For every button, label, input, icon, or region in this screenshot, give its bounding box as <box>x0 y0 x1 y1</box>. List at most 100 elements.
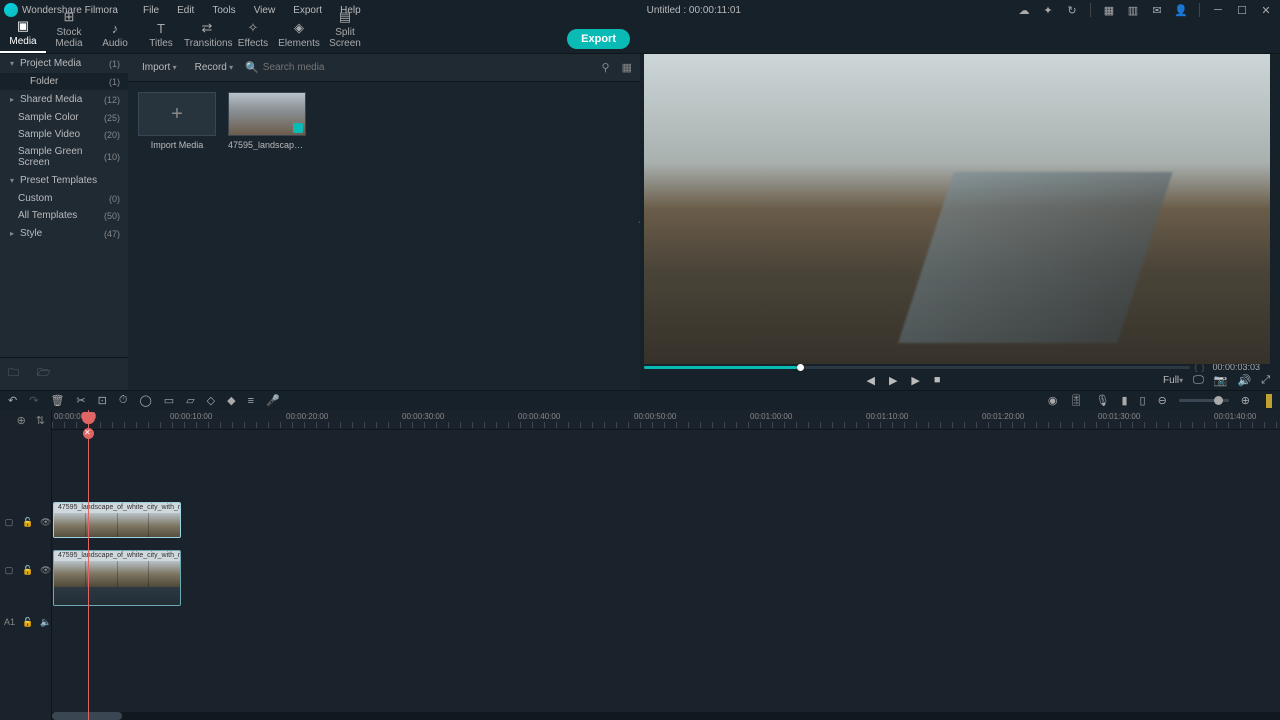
sidebar-item-sample-green-screen[interactable]: Sample Green Screen(10) <box>0 143 128 171</box>
crop-button[interactable]: ⊡ <box>98 394 107 407</box>
clip-v1[interactable]: 47595_landscape_of_white_city_with_river… <box>53 550 181 606</box>
timeline-toolbar: ↶ ↷ 🗑 ✂ ⊡ ⏱ ◯ ▭ ▱ ◇ ◆ ≡ 🎤 ◉ 🎚 🎙 ▮ ▯ ⊖ ⊕ <box>0 390 1280 410</box>
grid-icon[interactable]: ▥ <box>1127 4 1139 16</box>
effects-icon: ✧ <box>230 20 276 36</box>
lock-v2[interactable]: 🔓 <box>22 517 32 528</box>
gutter-v1: ▢ 🔓 👁 <box>0 550 51 590</box>
green-screen-button[interactable]: ▭ <box>164 394 174 407</box>
stop-button[interactable]: ■ <box>934 374 941 387</box>
playhead[interactable]: ✕ <box>88 410 89 720</box>
refresh-icon[interactable]: ↻ <box>1066 4 1078 16</box>
marker-list-icon[interactable]: ▮ <box>1121 394 1127 407</box>
zoom-in-icon[interactable]: ⊕ <box>1241 394 1250 407</box>
eye-v1[interactable]: 👁 <box>40 565 50 576</box>
sidebar-item-folder[interactable]: Folder(1) <box>0 73 128 90</box>
record-tl-icon[interactable]: ◉ <box>1048 394 1058 407</box>
mask-button[interactable]: ▱ <box>186 394 194 407</box>
cloud-icon[interactable]: ☁ <box>1018 4 1030 16</box>
account-icon[interactable]: 👤 <box>1175 4 1187 16</box>
tab-effects[interactable]: ✧Effects <box>230 20 276 53</box>
sidebar-item-sample-video[interactable]: Sample Video(20) <box>0 126 128 143</box>
sidebar-item-all-templates[interactable]: All Templates(50) <box>0 207 128 224</box>
filter-icon[interactable]: ⚲ <box>602 61 610 74</box>
mail-icon[interactable]: ✉ <box>1151 4 1163 16</box>
quality-dropdown[interactable]: Full <box>1163 375 1183 386</box>
menu-view[interactable]: View <box>245 5 285 16</box>
new-bin-icon[interactable]: 🗀 <box>8 364 19 383</box>
volume-icon[interactable]: 🔊 <box>1237 374 1251 387</box>
tab-transitions[interactable]: ⇄Transitions <box>184 20 230 53</box>
plus-icon[interactable]: + <box>138 92 216 136</box>
track-manager-icon[interactable]: ▯ <box>1140 394 1146 407</box>
split-button[interactable]: ✂ <box>76 394 85 407</box>
next-frame-button[interactable]: ▶ <box>911 374 919 387</box>
track-options-icon[interactable]: ⇅ <box>36 414 45 427</box>
sidebar-item-custom[interactable]: Custom(0) <box>0 190 128 207</box>
lock-a1[interactable]: 🔓 <box>22 617 32 628</box>
track-add-icon[interactable]: ⊕ <box>17 414 26 427</box>
minimize-button[interactable]: ─ <box>1212 4 1224 16</box>
mute-v2[interactable]: ▢ <box>4 517 14 528</box>
sidebar-item-preset-templates[interactable]: ▾Preset Templates <box>0 171 128 190</box>
new-folder-icon[interactable]: 🗁 <box>37 364 51 383</box>
tab-audio[interactable]: ♪Audio <box>92 21 138 53</box>
sidebar-item-shared-media[interactable]: ▸Shared Media(12) <box>0 90 128 109</box>
clip-thumbnail[interactable] <box>228 92 306 136</box>
sidebar-item-project-media[interactable]: ▾Project Media(1) <box>0 54 128 73</box>
record-dropdown[interactable]: Record <box>189 60 240 75</box>
close-button[interactable]: ✕ <box>1260 4 1272 16</box>
marker-button[interactable]: ◆ <box>227 394 235 407</box>
timeline-hscroll[interactable] <box>52 712 1280 720</box>
sparkle-icon[interactable]: ✦ <box>1042 4 1054 16</box>
zoom-out-icon[interactable]: ⊖ <box>1158 394 1167 407</box>
search-media[interactable]: 🔍 <box>245 61 589 74</box>
menu-edit[interactable]: Edit <box>168 5 203 16</box>
mute-a1[interactable]: 🔈 <box>40 617 50 628</box>
tab-elements[interactable]: ◈Elements <box>276 20 322 53</box>
redo-button: ↷ <box>29 394 38 407</box>
sidebar-item-style[interactable]: ▸Style(47) <box>0 224 128 243</box>
mic-icon[interactable]: 🎙 <box>1095 394 1109 407</box>
display-icon[interactable]: 🖵 <box>1193 374 1204 387</box>
clip-v2[interactable]: 47595_landscape_of_white_city_with_river… <box>53 502 181 538</box>
menu-tools[interactable]: Tools <box>203 5 244 16</box>
lock-v1[interactable]: 🔓 <box>22 565 32 576</box>
preview-viewport[interactable] <box>644 54 1270 364</box>
menu-file[interactable]: File <box>134 5 168 16</box>
preview-scrubber[interactable] <box>644 366 1190 369</box>
sidebar-item-sample-color[interactable]: Sample Color(25) <box>0 109 128 126</box>
mixer-icon[interactable]: 🎚 <box>1070 394 1084 407</box>
mute-v1[interactable]: ▢ <box>4 565 14 576</box>
more-button[interactable]: ≡ <box>248 395 254 407</box>
media-sidebar: ▾Project Media(1) Folder(1) ▸Shared Medi… <box>0 54 128 390</box>
media-clip-tile[interactable]: 47595_landscape_of_... <box>228 92 306 150</box>
play-button[interactable]: ▶ <box>889 374 897 387</box>
title-bar: Wondershare Filmora File Edit Tools View… <box>0 0 1280 20</box>
tab-split-screen[interactable]: ▤Split Screen <box>322 9 368 53</box>
search-input[interactable] <box>263 62 590 73</box>
tab-stock-media[interactable]: ⊞Stock Media <box>46 9 92 53</box>
stock-icon: ⊞ <box>46 9 92 25</box>
workspace-tabs: ▣Media ⊞Stock Media ♪Audio TTitles ⇄Tran… <box>0 20 1280 54</box>
tab-media[interactable]: ▣Media <box>0 18 46 53</box>
render-indicator <box>1266 394 1272 408</box>
keyframe-button[interactable]: ◇ <box>207 394 215 407</box>
export-button[interactable]: Export <box>567 29 630 49</box>
speed-button[interactable]: ⏱ <box>119 394 128 407</box>
snapshot-icon[interactable]: 📷 <box>1214 374 1228 387</box>
import-media-tile[interactable]: + Import Media <box>138 92 216 150</box>
timeline-ruler[interactable]: 00:00:00:00 00:00:10:00 00:00:20:00 00:0… <box>52 410 1280 430</box>
zoom-slider[interactable] <box>1179 399 1229 402</box>
delete-button[interactable]: 🗑 <box>50 394 64 407</box>
voiceover-disabled: 🎤 <box>266 394 280 407</box>
layout-icon[interactable]: ▦ <box>1103 4 1115 16</box>
view-grid-icon[interactable]: ▦ <box>622 61 632 74</box>
maximize-button[interactable]: ☐ <box>1236 4 1248 16</box>
undo-button[interactable]: ↶ <box>8 394 17 407</box>
tab-titles[interactable]: TTitles <box>138 21 184 53</box>
eye-v2[interactable]: 👁 <box>40 517 50 528</box>
color-button[interactable]: ◯ <box>139 394 151 407</box>
settings-expand-icon[interactable]: ⤢ <box>1261 374 1270 387</box>
prev-frame-button[interactable]: ◀ <box>866 374 874 387</box>
import-dropdown[interactable]: Import <box>136 60 183 75</box>
